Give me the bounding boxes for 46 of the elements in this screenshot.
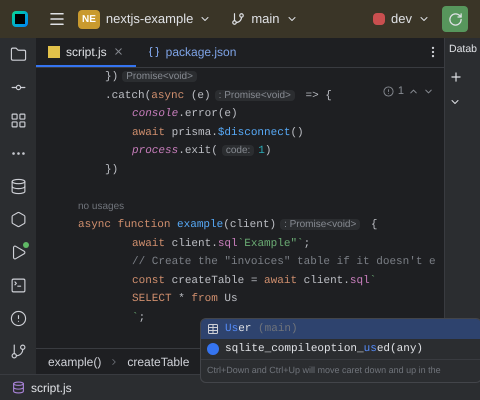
error-icon[interactable] bbox=[382, 86, 394, 97]
code-line: }) bbox=[105, 162, 118, 178]
function-icon bbox=[207, 343, 219, 355]
structure-icon[interactable] bbox=[10, 112, 26, 129]
git-icon[interactable] bbox=[10, 343, 26, 360]
braces-icon bbox=[148, 46, 160, 58]
add-icon[interactable] bbox=[449, 70, 463, 84]
app-logo-icon[interactable] bbox=[12, 11, 28, 27]
close-icon[interactable] bbox=[112, 46, 124, 57]
breadcrumb[interactable]: example() bbox=[48, 352, 102, 370]
js-file-icon bbox=[48, 46, 60, 58]
services-icon[interactable] bbox=[10, 211, 26, 228]
database-icon bbox=[12, 381, 25, 394]
code-line: async function example(client) : Promise<void> { bbox=[78, 218, 378, 233]
code-line: no usages bbox=[78, 200, 124, 214]
completion-hint: Ctrl+Down and Ctrl+Up will move caret down and up in the bbox=[201, 359, 480, 382]
editor-tab[interactable]: package.json bbox=[136, 38, 248, 67]
code-line: const createTable = await client.sql` bbox=[132, 274, 376, 288]
config-icon bbox=[373, 13, 386, 25]
folder-icon[interactable] bbox=[10, 46, 26, 63]
run-button[interactable] bbox=[442, 6, 468, 32]
status-file[interactable]: script.js bbox=[31, 378, 72, 396]
problems-icon[interactable] bbox=[10, 310, 26, 327]
rerun-icon bbox=[448, 12, 462, 26]
code-line: }) Promise<void> bbox=[105, 68, 201, 86]
table-icon bbox=[207, 323, 219, 335]
code-line: SELECT * from Us bbox=[132, 292, 238, 307]
completion-item[interactable]: User (main) bbox=[201, 319, 480, 339]
code-line: console.error(e) bbox=[132, 107, 238, 122]
database-icon[interactable] bbox=[10, 178, 26, 195]
code-line: // Create the "invoices" table if it doesn't e bbox=[132, 255, 436, 270]
project-selector[interactable]: NE nextjs-example bbox=[78, 9, 212, 29]
breadcrumb[interactable]: createTable bbox=[127, 352, 190, 370]
run-config-selector[interactable]: dev bbox=[373, 9, 430, 29]
branch-selector[interactable]: main bbox=[231, 9, 298, 29]
code-line: await prisma.$disconnect() bbox=[132, 126, 304, 140]
completion-item[interactable]: sqlite_compileoption_used(any) bbox=[201, 339, 480, 359]
problem-count: 1 bbox=[398, 84, 404, 99]
terminal-icon[interactable] bbox=[10, 277, 26, 294]
code-line: .catch(async (e) : Promise<void> => { bbox=[105, 88, 332, 104]
panel-title: Datab bbox=[449, 42, 478, 57]
code-line: `; bbox=[132, 310, 146, 326]
menu-icon[interactable] bbox=[48, 10, 66, 28]
code-line: process.exit( code: 1) bbox=[132, 144, 272, 159]
branch-icon bbox=[231, 12, 246, 26]
code-line: await client.sql`Example"`; bbox=[132, 236, 310, 252]
